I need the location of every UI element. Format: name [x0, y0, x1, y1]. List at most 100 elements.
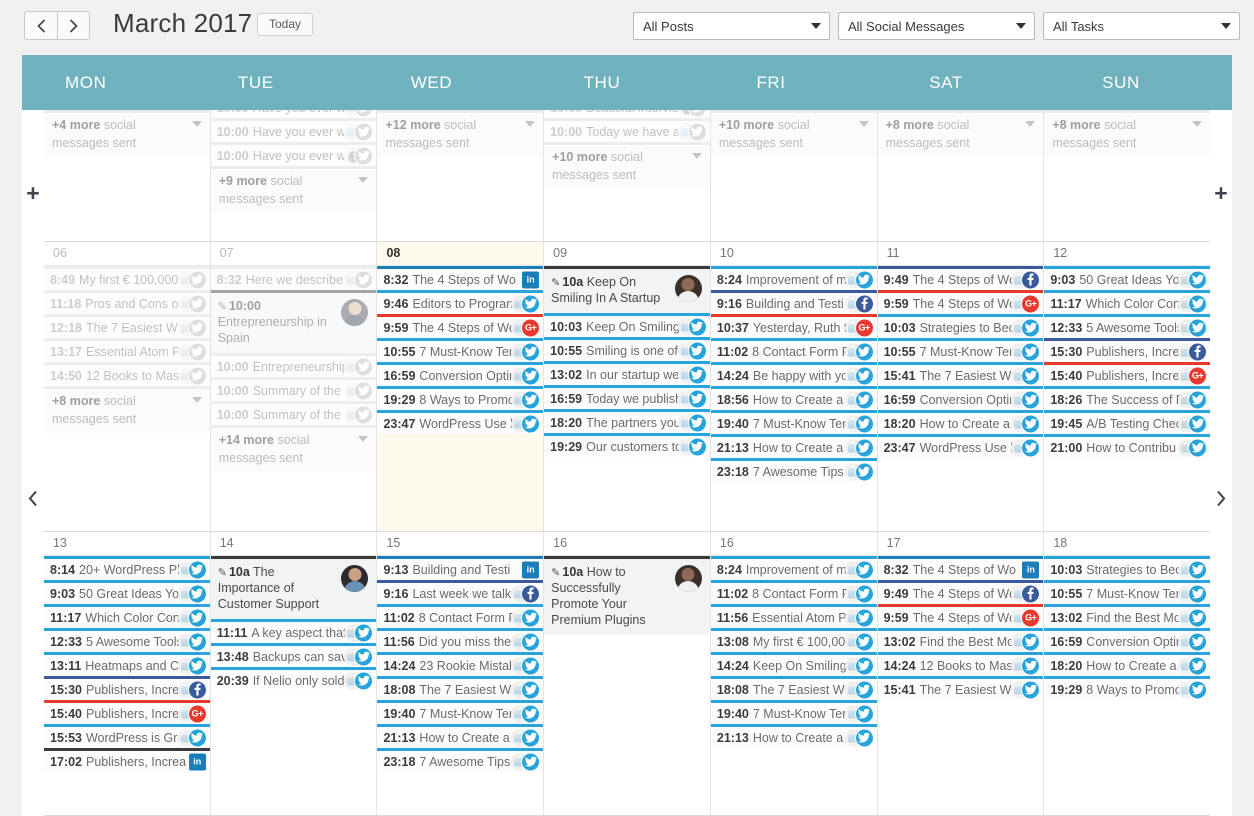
social-message-item[interactable]: 16:59 Today we publish — [544, 385, 710, 410]
social-message-item[interactable]: 18:08 The 7 Easiest Wo — [710, 676, 877, 700]
social-message-item[interactable]: 17:02 Publishers, Increa in — [44, 748, 210, 772]
social-message-item[interactable]: 15:30 Publishers, Increa — [1044, 338, 1211, 362]
day-cell[interactable]: 10:00Beautiful intervie10:00Today we hav… — [544, 110, 711, 242]
social-message-item[interactable]: 9:49 The 4 Steps of Wo — [877, 580, 1044, 604]
more-social-messages-toggle[interactable]: +8 more social messages sent — [44, 386, 210, 433]
social-message-item[interactable]: 10:00 Beautiful intervie — [544, 110, 710, 118]
social-message-item[interactable]: 16:59 Conversion Optim — [1044, 628, 1211, 652]
social-message-item[interactable]: 11:02 8 Contact Form P — [710, 338, 877, 362]
post-item[interactable]: ✎ 10a The Importance of Customer Support — [210, 556, 377, 620]
posts-filter-select[interactable]: All Posts — [633, 12, 830, 40]
social-message-item[interactable]: 13:48 Backups can save — [210, 643, 377, 668]
social-message-item[interactable]: 23:18 7 Awesome Tips t — [710, 458, 877, 482]
social-message-item[interactable]: 9:03 50 Great Ideas You — [44, 580, 210, 604]
social-message-item[interactable]: 15:40 Publishers, Increa G+ — [1044, 362, 1211, 386]
social-message-item[interactable]: 13:02 Find the Best Mo — [877, 628, 1044, 652]
social-message-item[interactable]: 10:55 7 Must-Know Ter — [877, 338, 1044, 362]
social-message-item[interactable]: 18:08 The 7 Easiest Wo — [377, 676, 544, 700]
social-message-item[interactable]: 8:32 The 4 Steps of Wo in — [877, 556, 1044, 580]
social-message-item[interactable]: 10:00 Summary of the t — [210, 401, 377, 426]
social-message-item[interactable]: 14:24 12 Books to Mast — [877, 652, 1044, 676]
post-item[interactable]: ✎ 10:00 Entrepreneurship in Spain — [210, 290, 377, 354]
social-message-item[interactable]: 10:00 Today we have a — [544, 118, 710, 142]
day-cell[interactable]: 16 8:24 Improvement of m 11:02 8 Contact For… — [710, 532, 878, 816]
day-cell[interactable]: 15 9:13 Building and Testi in 9:16 Last week … — [377, 532, 545, 816]
social-message-item[interactable]: 23:47 WordPress Use b — [877, 434, 1044, 458]
social-message-item[interactable]: 14:24 23 Rookie Mistak — [377, 652, 544, 676]
social-message-item[interactable]: 9:16 Building and Testi — [710, 290, 877, 314]
social-message-item[interactable]: 13:11 Heatmaps and Cli — [44, 652, 210, 676]
social-message-item[interactable]: 12:33 5 Awesome Tools — [1044, 314, 1211, 338]
day-cell[interactable]: 17 8:32 The 4 Steps of Wo in 9:49 The 4 Steps… — [877, 532, 1045, 816]
day-cell[interactable]: 13 8:14 20+ WordPress Plu 9:03 50 Great Idea… — [44, 532, 211, 816]
social-message-item[interactable]: 10:03 Strategies to Bec — [877, 314, 1044, 338]
day-cell[interactable]: 10 8:24 Improvement of m 9:16 Building and T… — [710, 242, 878, 532]
social-message-item[interactable]: 23:18 7 Awesome Tips t — [377, 748, 544, 772]
social-message-item[interactable]: 15:53 WordPress is Gre — [44, 724, 210, 748]
more-social-messages-toggle[interactable]: +10 more social messages sent — [710, 110, 877, 157]
more-social-messages-toggle[interactable]: +14 more social messages sent — [210, 425, 377, 473]
more-social-messages-toggle[interactable]: +10 more social messages sent — [544, 142, 710, 189]
social-message-item[interactable]: 19:40 7 Must-Know Ter — [710, 410, 877, 434]
social-message-item[interactable]: 8:32 Here we describe — [210, 266, 377, 290]
day-cell[interactable]: +10 more social messages sent — [710, 110, 878, 242]
day-cell[interactable]: 08 8:32 The 4 Steps of Wo in 9:46 Editors to … — [377, 242, 545, 532]
social-message-item[interactable]: 19:40 7 Must-Know Ter — [710, 700, 877, 724]
more-social-messages-toggle[interactable]: +9 more social messages sent — [210, 166, 377, 213]
post-item[interactable]: ✎ 10a Keep On Smiling In A Startup — [544, 266, 710, 314]
prev-month-button[interactable] — [24, 11, 57, 40]
social-message-item[interactable]: 18:26 The Success of Fa — [1044, 386, 1211, 410]
social-message-item[interactable]: 11:11 A key aspect that — [210, 619, 377, 644]
social-message-item[interactable]: 9:59 The 4 Steps of Wo G+ — [877, 604, 1044, 628]
more-social-messages-toggle[interactable]: +8 more social messages sent — [1044, 110, 1211, 157]
social-message-item[interactable]: 11:17 Which Color Conv — [44, 604, 210, 628]
day-cell[interactable]: 06 8:49 My first € 100,000 11:18 Pros and Co… — [44, 242, 211, 532]
today-button[interactable]: Today — [257, 13, 314, 36]
social-message-item[interactable]: 14:24 Be happy with yo — [710, 362, 877, 386]
social-message-item[interactable]: 9:49 The 4 Steps of Wo — [877, 266, 1044, 290]
social-message-item[interactable]: 23:47 WordPress Use b — [377, 410, 544, 434]
social-message-item[interactable]: 15:40 Publishers, Increa G+ — [44, 700, 210, 724]
social-message-item[interactable]: 10:00Have you ever wo — [210, 110, 377, 118]
day-cell[interactable]: +8 more social messages sent — [1044, 110, 1211, 242]
social-message-item[interactable]: 10:03 Strategies to Bec — [1044, 556, 1211, 580]
post-item[interactable]: ✎ 10a How to Successfully Promote Your Pr… — [544, 556, 710, 636]
prev-week-arrow[interactable] — [28, 490, 39, 511]
social-message-item[interactable]: 21:13 How to Create a P — [710, 434, 877, 458]
day-cell[interactable]: 14 ✎ 10a The Importance of Customer Suppor… — [210, 532, 378, 816]
social-message-item[interactable]: 8:14 20+ WordPress Plu — [44, 556, 210, 580]
social-message-item[interactable]: 21:00 How to Contribu — [1044, 434, 1211, 458]
social-message-item[interactable]: 10:00Have you ever wo — [210, 142, 377, 166]
social-message-item[interactable]: 21:13 How to Create a P — [377, 724, 544, 748]
social-message-item[interactable]: 10:37 Yesterday, Ruth t G+ — [710, 314, 877, 338]
social-message-item[interactable]: 10:55 7 Must-Know Ter — [1044, 580, 1211, 604]
social-message-item[interactable]: 19:29 8 Ways to Promo — [1044, 676, 1211, 700]
social-message-item[interactable]: 13:17 Essential Atom P — [44, 338, 210, 362]
social-message-item[interactable]: 8:49 My first € 100,000 — [44, 266, 210, 290]
day-cell[interactable]: 07 8:32 Here we describe ✎ 10:00 Entrepreneu… — [210, 242, 378, 532]
social-message-item[interactable]: 11:02 8 Contact Form P — [377, 604, 544, 628]
social-message-item[interactable]: 19:40 7 Must-Know Ter — [377, 700, 544, 724]
day-cell[interactable]: 18 10:03 Strategies to Bec 10:55 7 Must-Know… — [1044, 532, 1211, 816]
social-message-item[interactable]: 10:00 Summary of the t — [210, 377, 377, 402]
social-message-item[interactable]: 10:00Have you ever wo — [210, 118, 377, 142]
more-social-messages-toggle[interactable]: +4 more social messages sent — [44, 110, 210, 157]
day-cell[interactable]: 16 ✎ 10a How to Successfully Promote Your … — [544, 532, 711, 816]
social-message-item[interactable]: 10:55 7 Must-Know Ter — [377, 338, 544, 362]
social-message-item[interactable]: 18:20 How to Create a P — [877, 410, 1044, 434]
social-message-item[interactable]: 13:02 Find the Best Mo — [1044, 604, 1211, 628]
social-message-item[interactable]: 21:13 How to Create a P — [710, 724, 877, 748]
social-message-item[interactable]: 18:20 The partners you — [544, 409, 710, 434]
more-social-messages-toggle[interactable]: +8 more social messages sent — [877, 110, 1044, 157]
social-message-item[interactable]: 15:41 The 7 Easiest Wo — [877, 676, 1044, 700]
day-cell[interactable]: 09 ✎ 10a Keep On Smiling In A Startup 10:03… — [544, 242, 711, 532]
social-message-item[interactable]: 12:18 The 7 Easiest Wo — [44, 314, 210, 338]
social-message-item[interactable]: 10:00 Entrepreneurship — [210, 353, 377, 378]
social-message-item[interactable]: 15:41 The 7 Easiest Wo — [877, 362, 1044, 386]
social-message-item[interactable]: 9:03 50 Great Ideas You — [1044, 266, 1211, 290]
more-social-messages-toggle[interactable]: +12 more social messages sent — [377, 110, 544, 157]
add-right-button[interactable]: + — [1214, 182, 1227, 205]
social-message-item[interactable]: 11:17 Which Color Con — [1044, 290, 1211, 314]
social-message-item[interactable]: 18:56 How to Create a S — [710, 386, 877, 410]
social-message-item[interactable]: 8:24 Improvement of m — [710, 556, 877, 580]
